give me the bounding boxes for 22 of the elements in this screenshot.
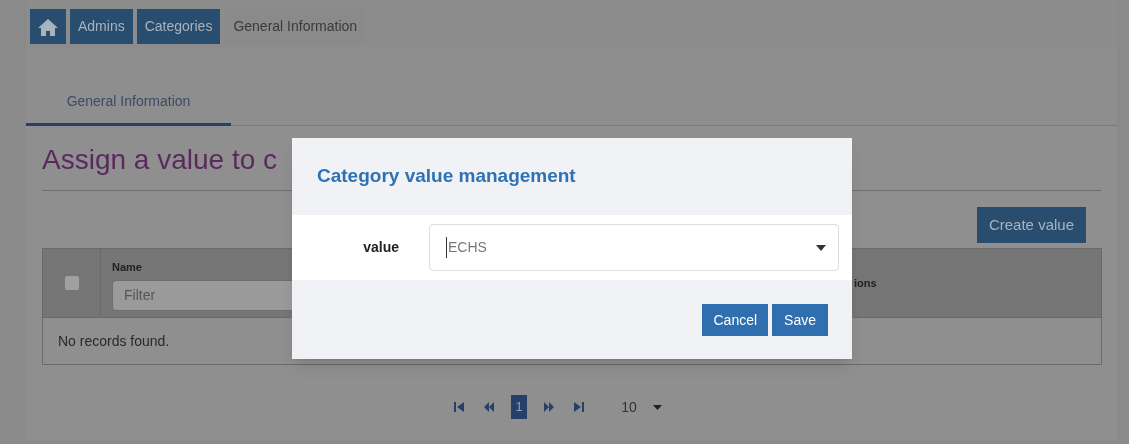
field-label: value [362, 238, 399, 257]
value-select[interactable]: ECHS [429, 224, 839, 271]
checkbox[interactable] [64, 276, 79, 290]
column-header: ions [854, 275, 877, 291]
filter-field[interactable]: Filter [112, 279, 293, 311]
select-value: ECHS [446, 237, 816, 258]
dialog-title: Category value management [316, 164, 577, 189]
cancel-button[interactable]: Cancel [702, 304, 769, 336]
page-button[interactable]: 1 [511, 395, 528, 419]
caret-icon [816, 244, 826, 251]
page-title: Assign a value to c [42, 143, 278, 177]
caret-icon [652, 404, 662, 410]
column-header: Name [112, 260, 143, 275]
tab[interactable]: General Information [26, 80, 231, 126]
home-icon [38, 17, 58, 36]
page-size-select[interactable]: 10 [621, 396, 662, 418]
create-value-button[interactable]: Create value [976, 207, 1086, 243]
breadcrumb-link[interactable]: Admins [70, 9, 133, 44]
breadcrumb-link[interactable]: Categories [136, 9, 221, 44]
save-button[interactable]: Save [772, 304, 828, 336]
empty-message: No records found. [58, 331, 170, 351]
home-button[interactable] [30, 9, 66, 44]
